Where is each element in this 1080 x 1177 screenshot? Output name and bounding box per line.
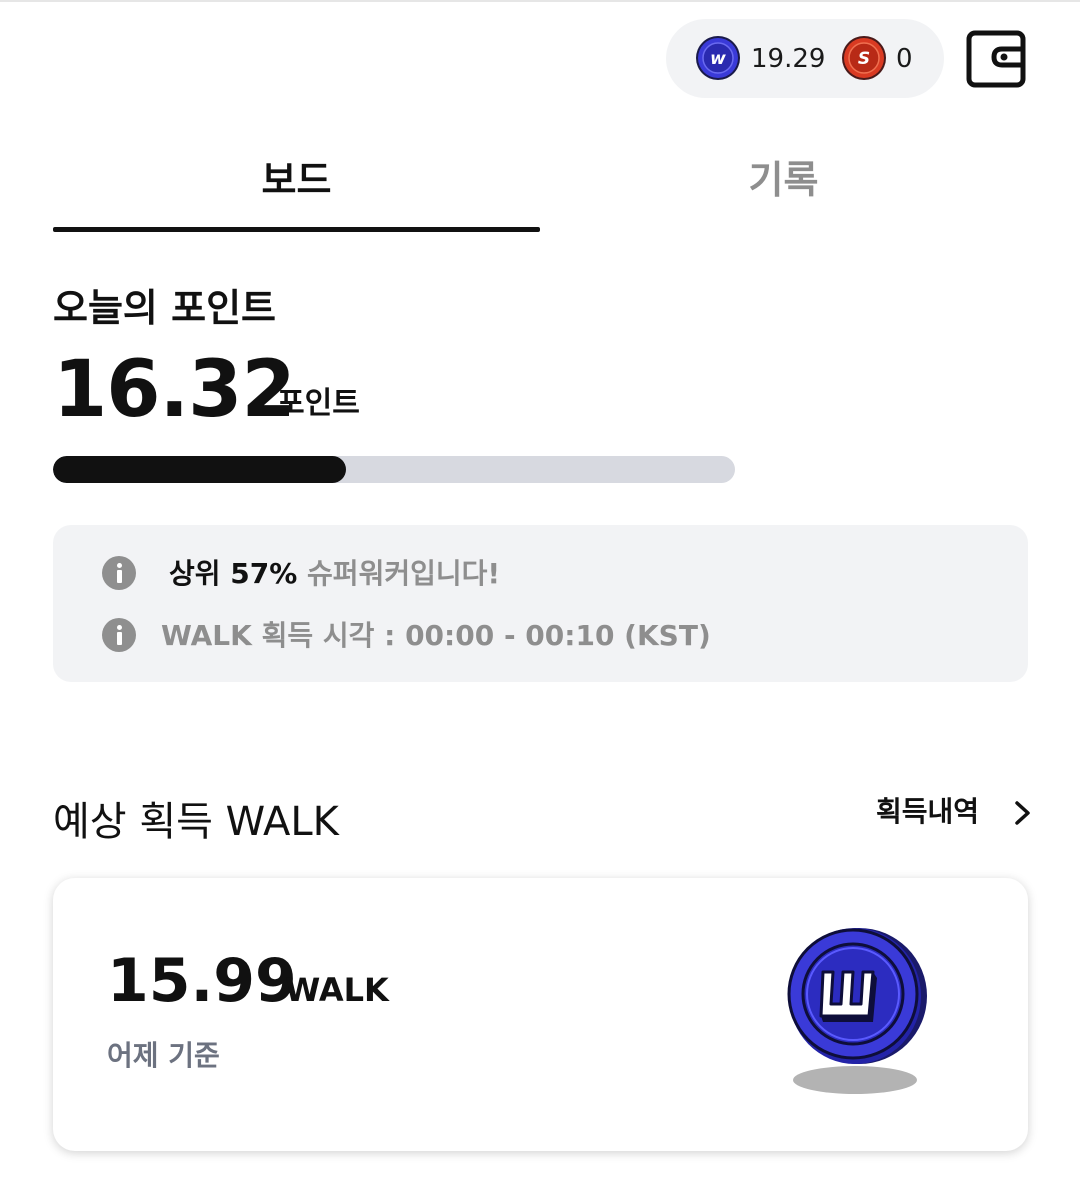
points-progress-fill: [53, 456, 346, 483]
tab-record[interactable]: 기록: [540, 156, 1027, 204]
info-icon: [102, 556, 136, 590]
expected-walk-title: 예상 획득 WALK: [53, 799, 339, 845]
expected-walk-unit: WALK: [285, 971, 389, 1009]
super-coin-icon: S: [842, 36, 886, 80]
points-progress-bar: [53, 456, 735, 483]
history-link[interactable]: 획득내역: [876, 792, 979, 832]
top-divider: [0, 0, 1080, 2]
tab-board[interactable]: 보드: [53, 156, 540, 204]
rank-info-rest: 슈퍼워커입니다!: [297, 557, 501, 590]
walk-coin-icon: w: [696, 36, 740, 80]
super-balance: 0: [896, 44, 913, 74]
rank-info-text: 상위 57% 슈퍼워커입니다!: [169, 556, 500, 592]
today-points-title: 오늘의 포인트: [53, 286, 276, 330]
info-box: [53, 525, 1028, 682]
walk-coin-letter: w: [710, 49, 726, 69]
walk-time-info-text: WALK 획득 시각 : 00:00 - 00:10 (KST): [161, 619, 711, 652]
wallet-icon[interactable]: [966, 29, 1026, 89]
active-tab-indicator: [53, 227, 540, 232]
info-icon: [102, 618, 136, 652]
rank-info-highlight: 상위 57%: [169, 557, 298, 590]
expected-walk-value: 15.99: [107, 946, 297, 1016]
today-points-value: 16.32: [53, 345, 296, 435]
today-points-unit: 포인트: [277, 386, 360, 421]
chevron-right-icon[interactable]: [1012, 800, 1034, 826]
walk-balance: 19.29: [751, 44, 826, 74]
super-coin-letter: S: [858, 49, 870, 69]
walk-coin-large-icon: [787, 928, 927, 1094]
expected-walk-basis: 어제 기준: [107, 1039, 220, 1072]
